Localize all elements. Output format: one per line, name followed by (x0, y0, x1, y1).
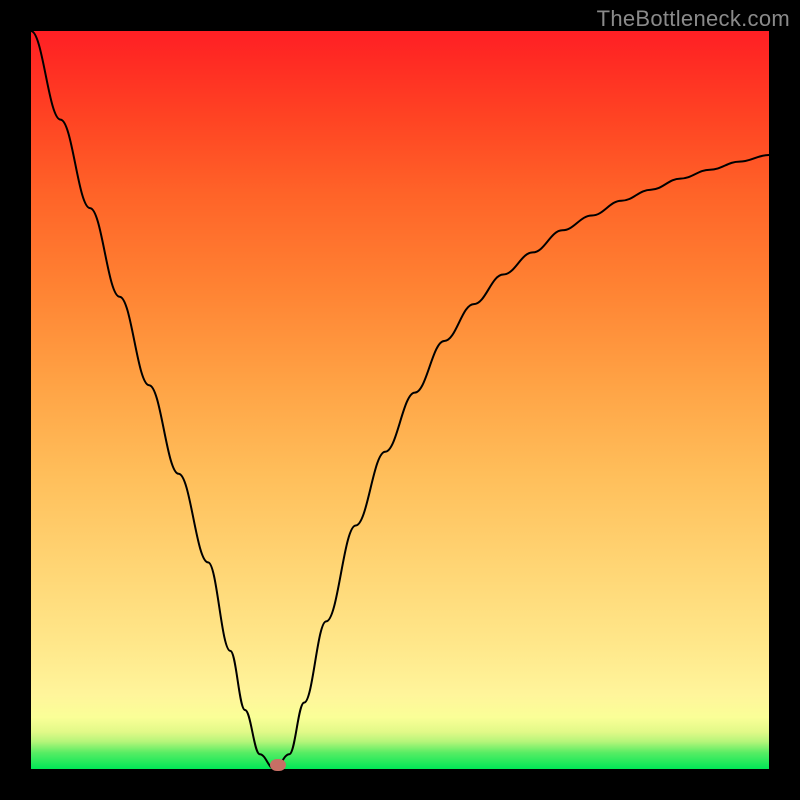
watermark-text: TheBottleneck.com (597, 6, 790, 32)
plot-area (31, 31, 769, 769)
bottleneck-curve (31, 31, 769, 769)
minimum-marker (270, 759, 286, 771)
curve-svg (31, 31, 769, 769)
chart-frame: TheBottleneck.com (0, 0, 800, 800)
